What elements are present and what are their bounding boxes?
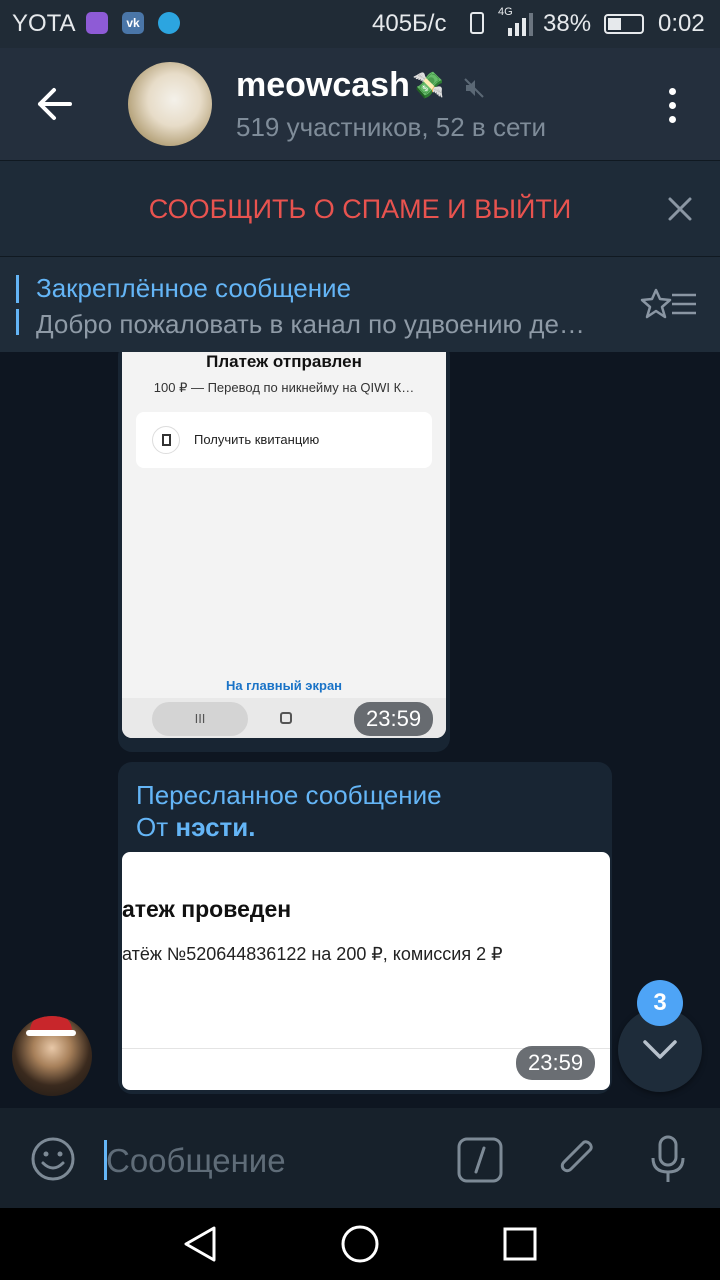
recents-nav-icon[interactable] — [502, 1226, 538, 1262]
chevron-down-icon — [643, 1040, 677, 1059]
members-status: 519 участников, 52 в сети — [236, 112, 546, 142]
pin-indicator-top — [16, 275, 19, 303]
photo-recents-key: III — [152, 702, 248, 736]
carrier-label: YOTA — [12, 10, 76, 37]
emoji-icon[interactable] — [30, 1136, 76, 1182]
photo-message[interactable]: Платеж отправлен 100 ₽ — Перевод по никн… — [118, 352, 450, 752]
back-nav-icon[interactable] — [180, 1224, 220, 1264]
forward-title: Пересланное сообщение — [136, 780, 442, 810]
status-bar: YOTA vk 405Б/с 4G 38% 0:02 — [0, 0, 720, 48]
message-photo[interactable]: Платеж отправлен 100 ₽ — Перевод по никн… — [122, 352, 446, 738]
vibrate-icon — [470, 12, 484, 34]
battery-percent: 38% — [543, 10, 592, 37]
home-link: На главный экран — [225, 678, 343, 693]
system-navigation-bar — [0, 1208, 720, 1280]
signal-icon — [508, 13, 533, 36]
money-wings-emoji: 💸 — [412, 70, 445, 100]
forward-from-prefix: От — [136, 812, 176, 842]
pin-indicator-bottom — [16, 309, 19, 335]
pin-list-icon[interactable] — [640, 287, 698, 321]
home-nav-icon[interactable] — [340, 1224, 380, 1264]
chat-title[interactable]: meowcash — [236, 66, 410, 105]
pinned-preview: Добро пожаловать в канал по удвоению де… — [36, 309, 585, 339]
forwarded-photo-detail: атёж №520644836122 на 200 ₽, комиссия 2 … — [122, 944, 503, 964]
vk-notification-icon: vk — [122, 12, 144, 34]
group-avatar[interactable] — [128, 62, 212, 146]
forwarded-photo-heading: атеж проведен — [122, 896, 292, 922]
telegram-notification-icon — [158, 12, 180, 34]
battery-icon — [604, 14, 644, 34]
back-arrow-icon[interactable] — [34, 86, 74, 122]
gallery-notification-icon — [86, 12, 108, 34]
network-speed: 405Б/с — [372, 10, 447, 37]
microphone-icon[interactable] — [648, 1134, 688, 1186]
receipt-icon — [152, 426, 180, 454]
forward-sender-name[interactable]: нэсти. — [175, 812, 255, 842]
photo-subtitle: 100 ₽ — Перевод по никнейму на QIWI К… — [153, 380, 415, 395]
unread-count-badge: 3 — [637, 980, 683, 1026]
spam-report-bar: СООБЩИТЬ О СПАМЕ И ВЫЙТИ — [0, 160, 720, 257]
forward-from-line: От нэсти. — [136, 812, 255, 843]
photo-home-key — [280, 712, 292, 724]
close-icon[interactable] — [666, 195, 694, 223]
attach-icon[interactable] — [554, 1134, 600, 1184]
receipt-card: Получить квитанцию — [136, 412, 432, 468]
muted-icon — [464, 78, 484, 98]
forwarded-message[interactable]: Пересланное сообщение От нэсти. атеж про… — [118, 762, 612, 1094]
photo-heading: Платеж отправлен — [206, 352, 362, 371]
sender-avatar[interactable] — [12, 1016, 92, 1096]
forwarded-message-time: 23:59 — [516, 1046, 596, 1080]
pinned-message-bar[interactable]: Закреплённое сообщение Добро пожаловать … — [0, 256, 720, 354]
pinned-title: Закреплённое сообщение — [36, 273, 352, 303]
message-input[interactable]: Сообщение — [106, 1142, 286, 1180]
more-menu-icon[interactable] — [666, 86, 678, 126]
bot-commands-icon[interactable] — [456, 1136, 504, 1184]
message-input-bar: Сообщение — [0, 1108, 720, 1208]
clock: 0:02 — [658, 10, 705, 37]
chat-area[interactable]: Платеж отправлен 100 ₽ — Перевод по никн… — [0, 352, 720, 1108]
message-time: 23:59 — [354, 702, 434, 736]
receipt-label: Получить квитанцию — [194, 432, 320, 447]
report-spam-button[interactable]: СООБЩИТЬ О СПАМЕ И ВЫЙТИ — [0, 194, 720, 225]
chat-header: meowcash 💸 519 участников, 52 в сети — [0, 48, 720, 160]
